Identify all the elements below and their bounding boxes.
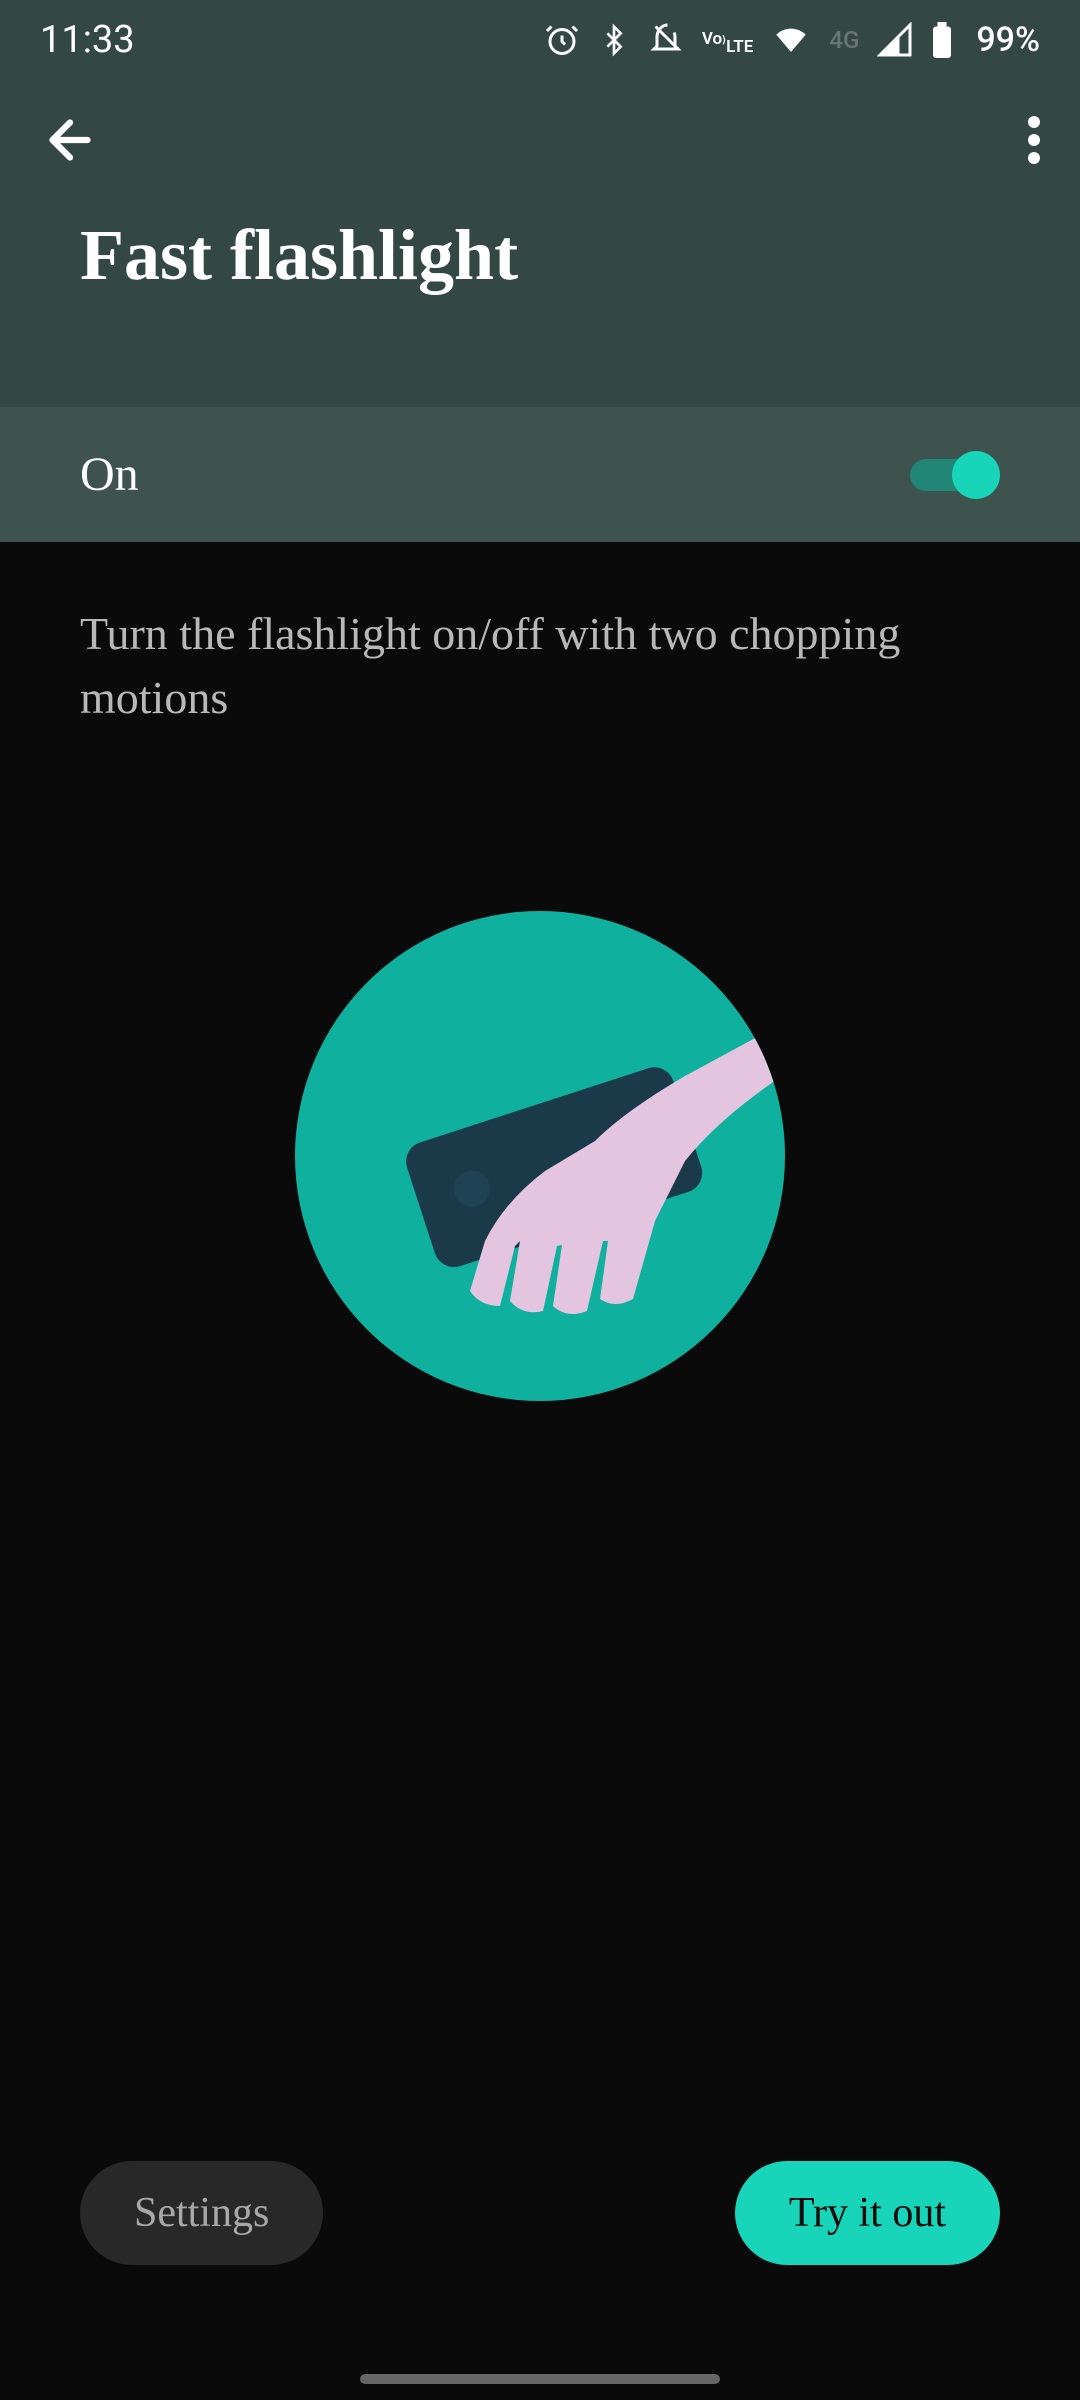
content-area: Turn the flashlight on/off with two chop… xyxy=(0,542,1080,1401)
status-bar: 11:33 Vo⟩LTE 4G 99% xyxy=(0,0,1080,80)
navigation-bar-handle[interactable] xyxy=(360,2374,720,2384)
wifi-icon xyxy=(771,24,811,56)
settings-button[interactable]: Settings xyxy=(80,2161,323,2265)
status-icons: Vo⟩LTE 4G 99% xyxy=(544,20,1040,60)
try-it-out-button[interactable]: Try it out xyxy=(735,2161,1000,2265)
page-title: Fast flashlight xyxy=(0,214,1080,297)
volte-icon: Vo⟩LTE xyxy=(702,25,753,56)
back-button[interactable] xyxy=(40,110,100,174)
toggle-switch[interactable] xyxy=(905,451,1000,499)
status-time: 11:33 xyxy=(40,18,135,62)
more-menu-button[interactable] xyxy=(1028,115,1040,169)
bluetooth-icon xyxy=(598,22,630,58)
feature-toggle-row[interactable]: On xyxy=(0,407,1080,542)
action-buttons: Settings Try it out xyxy=(0,2161,1080,2265)
battery-icon xyxy=(931,22,953,58)
illustration xyxy=(80,911,1000,1401)
header: Fast flashlight xyxy=(0,80,1080,407)
signal-icon xyxy=(877,22,913,58)
alarm-icon xyxy=(544,22,580,58)
battery-percent: 99% xyxy=(976,20,1040,60)
network-label: 4G xyxy=(829,26,859,54)
feature-description: Turn the flashlight on/off with two chop… xyxy=(80,602,1000,731)
toggle-label: On xyxy=(80,447,139,502)
dnd-icon xyxy=(648,22,684,58)
